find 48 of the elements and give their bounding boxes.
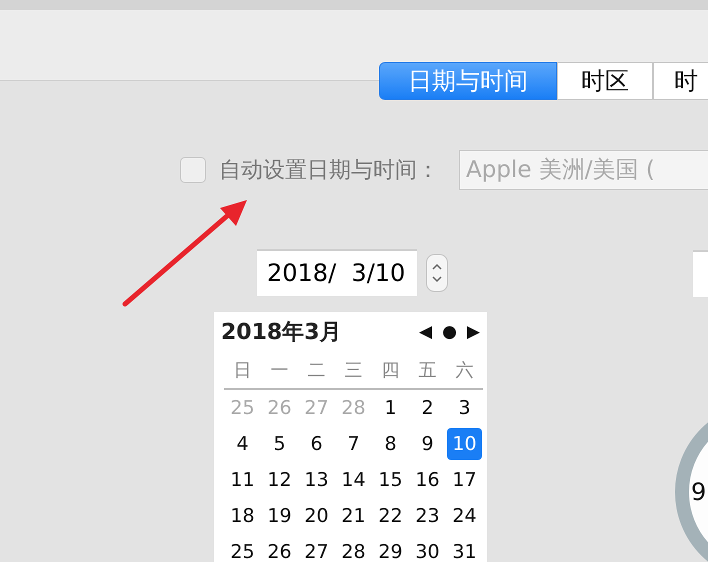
weekday-label: 四: [380, 359, 400, 382]
calendar-day[interactable]: 28: [336, 536, 371, 562]
weekday-label: 二: [306, 359, 326, 382]
clock-numeral: 9: [691, 478, 706, 506]
calendar-day[interactable]: 23: [410, 500, 445, 532]
calendar-day[interactable]: 22: [373, 500, 408, 532]
calendar-day[interactable]: 26: [262, 536, 297, 562]
weekday-label: 六: [454, 359, 474, 382]
calendar-day[interactable]: 19: [262, 500, 297, 532]
calendar-day[interactable]: 12: [262, 464, 297, 496]
calendar-day[interactable]: 5: [262, 428, 297, 460]
tab[interactable]: 时区: [557, 62, 653, 100]
calendar-day[interactable]: 3: [447, 392, 482, 424]
calendar-day[interactable]: 13: [299, 464, 334, 496]
today-button[interactable]: ●: [439, 322, 460, 342]
calendar-day[interactable]: 27: [299, 536, 334, 562]
calendar-day[interactable]: 17: [447, 464, 482, 496]
date-field[interactable]: 2018/ 3/10: [257, 249, 417, 296]
calendar-day[interactable]: 20: [299, 500, 334, 532]
calendar-day[interactable]: 24: [447, 500, 482, 532]
checkbox-label: 自动设置日期与时间：: [219, 157, 439, 185]
calendar-day[interactable]: 11: [225, 464, 260, 496]
calendar-day[interactable]: 16: [410, 464, 445, 496]
calendar-day[interactable]: 2: [410, 392, 445, 424]
calendar-day[interactable]: 10: [447, 428, 482, 460]
calendar-day[interactable]: 21: [336, 500, 371, 532]
calendar-day[interactable]: 31: [447, 536, 482, 562]
weekday-label: 日: [232, 359, 252, 382]
calendar-day[interactable]: 4: [225, 428, 260, 460]
calendar-day[interactable]: 18: [225, 500, 260, 532]
next-month-button[interactable]: ▶: [464, 322, 483, 342]
calendar-day[interactable]: 6: [299, 428, 334, 460]
calendar-day[interactable]: 8: [373, 428, 408, 460]
calendar-day[interactable]: 15: [373, 464, 408, 496]
previous-month-button[interactable]: ◀: [416, 322, 436, 342]
weekday-label: 一: [270, 359, 290, 382]
weekday-label: 三: [344, 359, 364, 382]
tab[interactable]: 时: [653, 62, 708, 100]
calendar-day[interactable]: 29: [373, 536, 408, 562]
calendar-month: 2018年3月: [221, 319, 342, 347]
calendar-day[interactable]: 14: [336, 464, 371, 496]
calendar-day[interactable]: 25: [225, 536, 260, 562]
stepper[interactable]: [426, 254, 448, 292]
calendar-day[interactable]: 9: [410, 428, 445, 460]
calendar-day[interactable]: 30: [410, 536, 445, 562]
calendar-day[interactable]: 1: [373, 392, 408, 424]
weekday-label: 五: [418, 359, 438, 382]
calendar-day[interactable]: 7: [336, 428, 371, 460]
